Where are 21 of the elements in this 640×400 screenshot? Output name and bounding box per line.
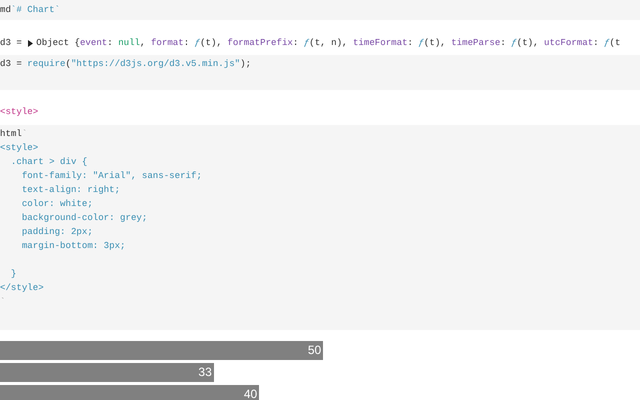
code-line: html` [0,127,28,141]
output-text: <style> [0,105,38,119]
code-line: color: white; [20,197,93,211]
code-line: text-align: right; [20,183,120,197]
code-line: md`# Chart` [0,3,60,17]
code-line: font-family: "Arial", sans-serif; [20,169,202,183]
bar: 40 [0,385,260,400]
code-line: d3 = require("https://d3js.org/d3.v5.min.js"); [0,57,252,71]
bar: 33 [0,363,214,382]
expand-caret-icon[interactable] [28,40,34,46]
code-line: </style> [0,281,44,295]
output-text: Object {event: null, format: ƒ(t), formatPrefix: ƒ(t, n), timeFormat: ƒ(t), timeParse: ƒ(t), utcFormat: ƒ(t [36,36,620,50]
code-line: padding: 2px; [20,225,93,239]
code-line: .chart > div { [10,155,88,169]
code-line: ` [0,295,6,309]
code-line: <style> [0,141,38,155]
output-text: d3 = [0,36,23,50]
code-line: margin-bottom: 3px; [20,239,126,253]
code-line: } [10,267,16,281]
bar: 50 [0,341,324,360]
code-line: background-color: grey; [20,211,148,225]
